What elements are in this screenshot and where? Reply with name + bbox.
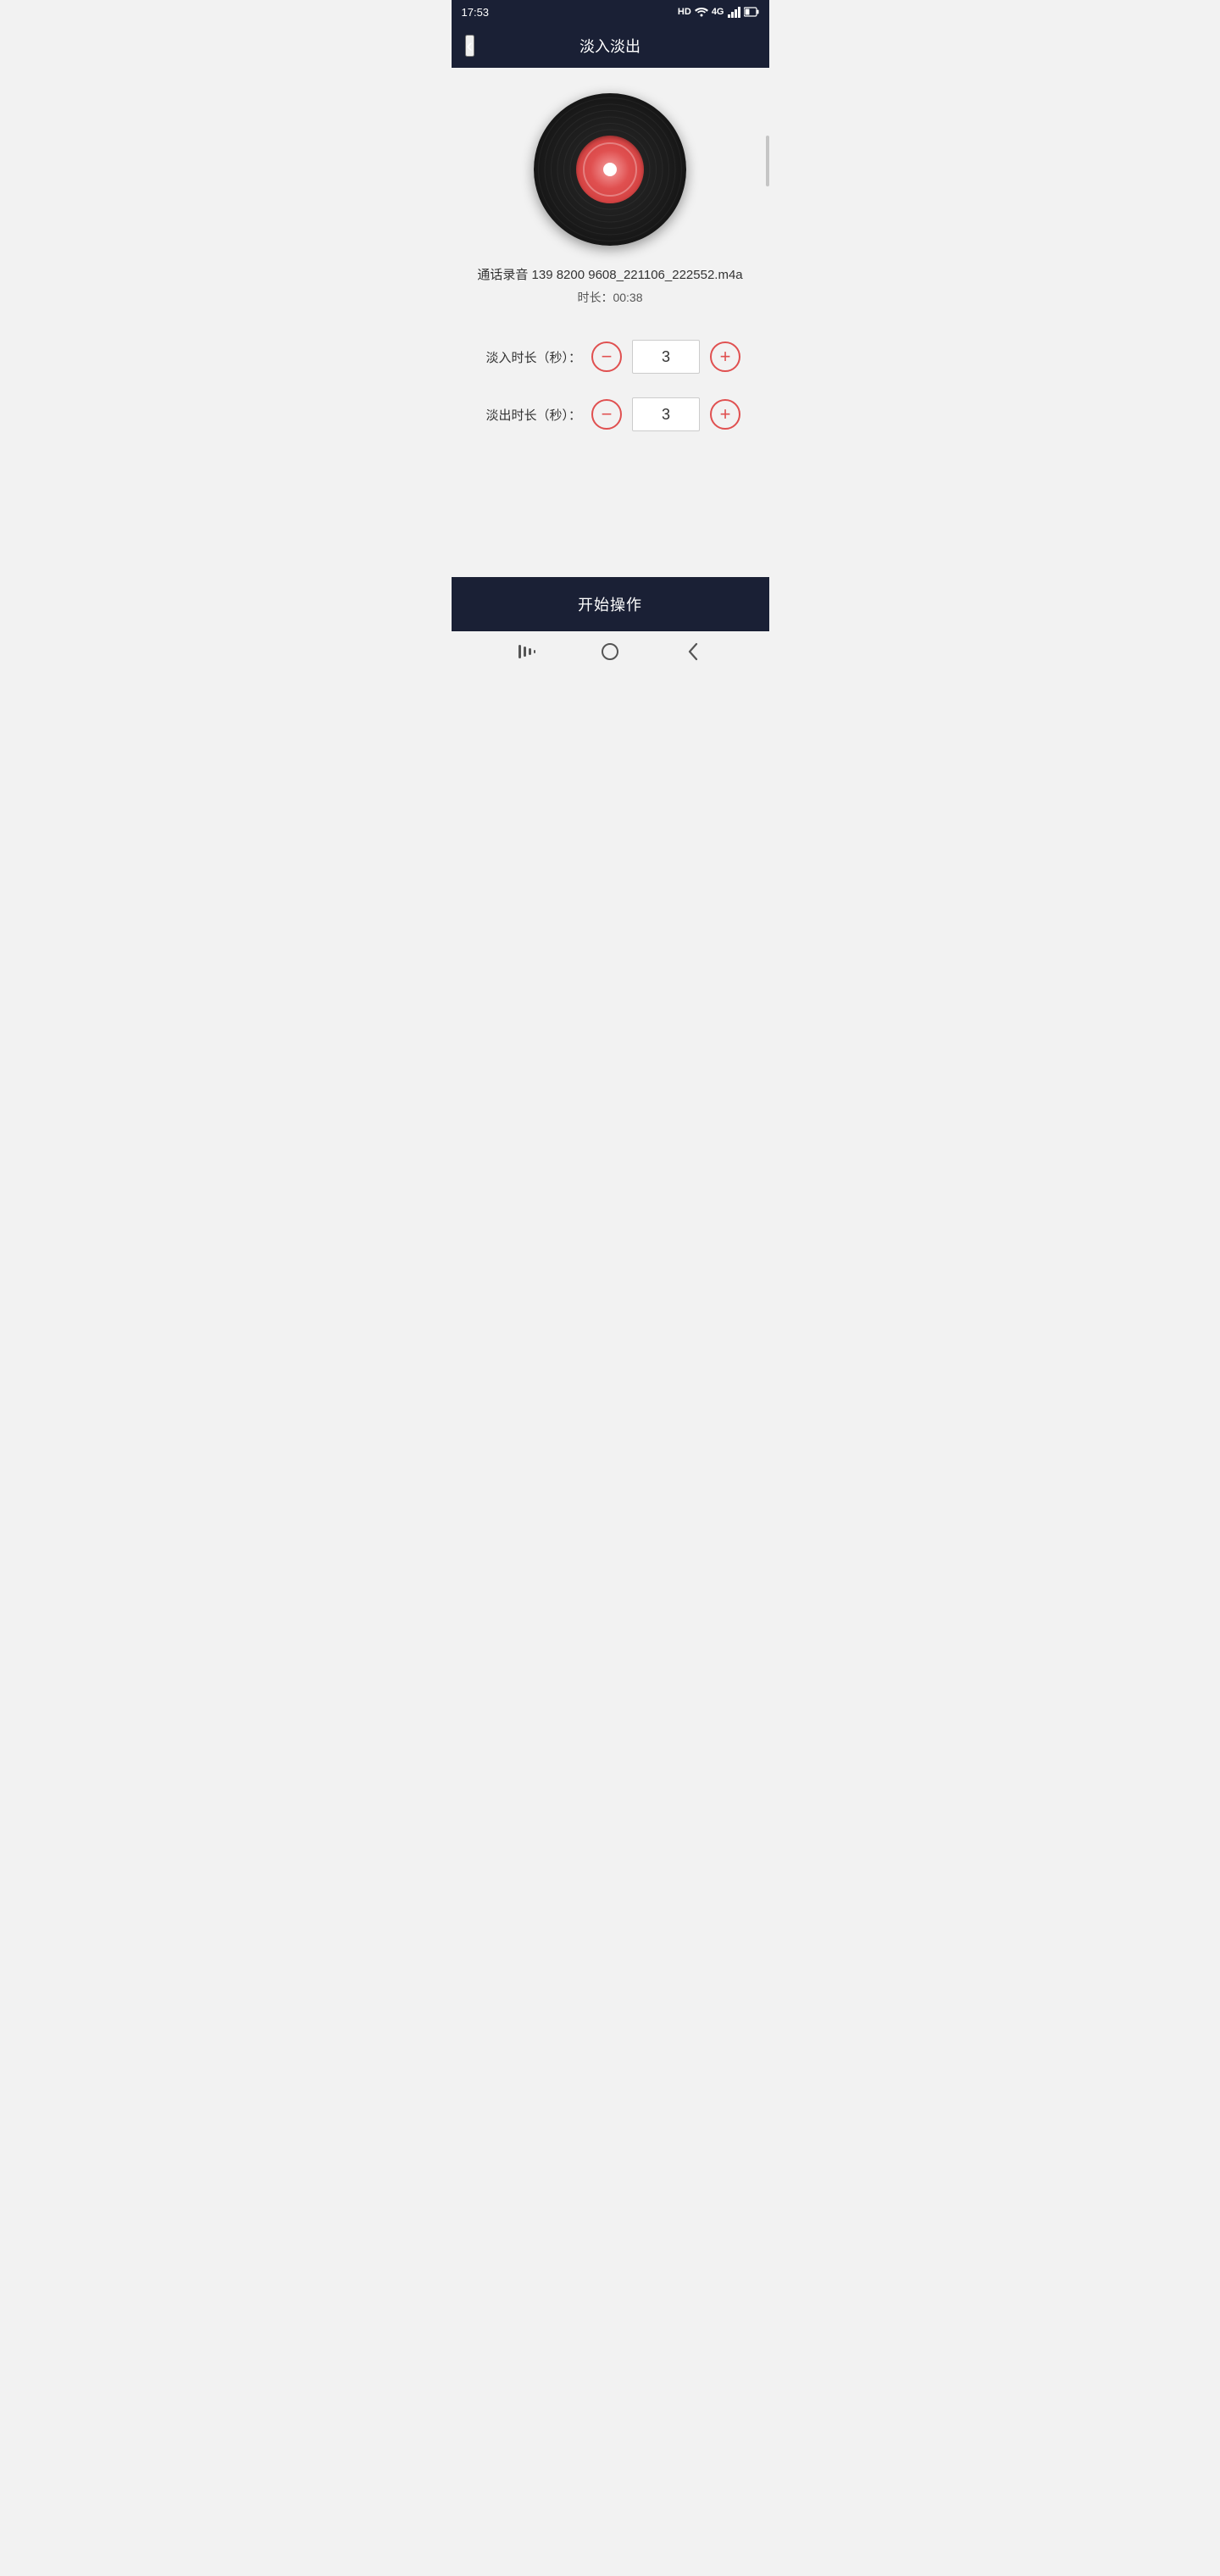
vinyl-container	[534, 93, 686, 246]
vinyl-label	[576, 136, 644, 203]
status-icons: HD 4G	[678, 7, 759, 18]
battery-icon	[744, 7, 759, 17]
file-duration: 时长：00:38	[577, 289, 642, 306]
header: ‹ 淡入淡出	[452, 24, 769, 68]
nav-home-button[interactable]	[595, 636, 625, 667]
nav-recents-button[interactable]	[512, 636, 542, 667]
hd-label: HD	[678, 7, 691, 17]
back-button[interactable]: ‹	[465, 35, 474, 57]
signal-bars	[728, 7, 740, 18]
bottom-bar: 开始操作	[452, 577, 769, 631]
controls-section: 淡入时长（秒）： 淡出时长（秒）：	[469, 340, 752, 455]
status-time: 17:53	[462, 6, 490, 19]
fade-in-input[interactable]	[632, 340, 700, 374]
wifi-icon	[695, 7, 708, 17]
fade-out-decrement-button[interactable]	[591, 399, 622, 430]
file-name: 通话录音 139 8200 9608_221106_222552.m4a	[477, 266, 742, 284]
plus-icon	[720, 347, 731, 366]
scrollbar[interactable]	[766, 136, 769, 186]
fade-out-input[interactable]	[632, 397, 700, 431]
network-label: 4G	[712, 7, 724, 17]
fade-in-label: 淡入时长（秒）：	[480, 348, 581, 366]
vinyl-record	[534, 93, 686, 246]
nav-bar	[452, 631, 769, 672]
back-nav-icon	[687, 642, 699, 661]
main-content: 通话录音 139 8200 9608_221106_222552.m4a 时长：…	[452, 68, 769, 577]
nav-back-button[interactable]	[678, 636, 708, 667]
header-title: 淡入淡出	[580, 35, 640, 57]
plus-icon-2	[720, 405, 731, 424]
vinyl-center	[603, 163, 617, 176]
fade-in-row: 淡入时长（秒）：	[477, 340, 744, 374]
start-button[interactable]: 开始操作	[578, 593, 642, 615]
fade-out-row: 淡出时长（秒）：	[477, 397, 744, 431]
recents-icon	[518, 645, 535, 658]
fade-out-increment-button[interactable]	[710, 399, 740, 430]
status-bar: 17:53 HD 4G	[452, 0, 769, 24]
home-icon	[601, 642, 619, 661]
fade-in-increment-button[interactable]	[710, 341, 740, 372]
fade-in-decrement-button[interactable]	[591, 341, 622, 372]
minus-icon-2	[602, 405, 613, 424]
minus-icon	[602, 347, 613, 366]
fade-out-label: 淡出时长（秒）：	[480, 406, 581, 424]
